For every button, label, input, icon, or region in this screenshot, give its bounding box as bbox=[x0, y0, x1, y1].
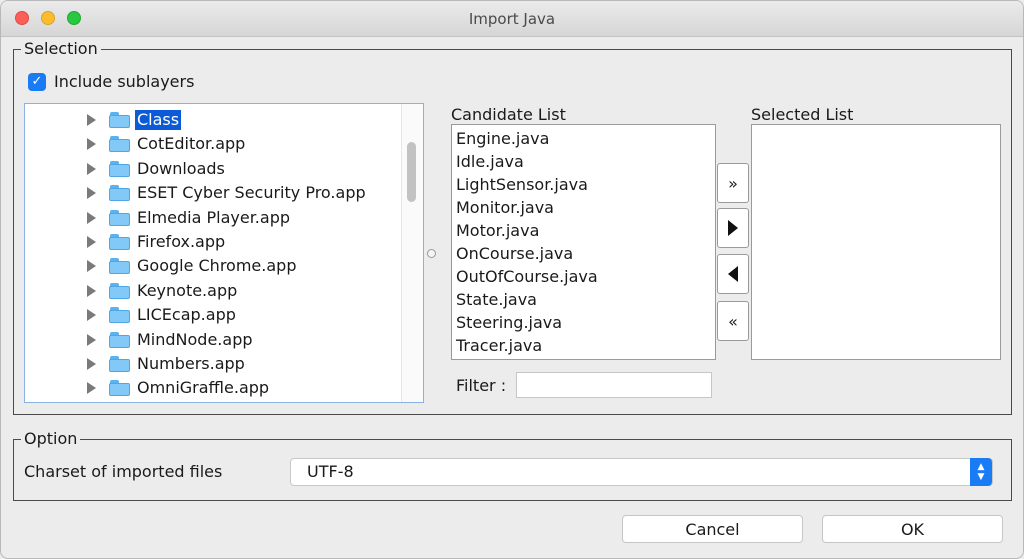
folder-icon bbox=[109, 185, 130, 202]
selected-list[interactable] bbox=[751, 124, 1001, 360]
disclosure-triangle-icon[interactable] bbox=[87, 284, 96, 297]
tree-item-label: Google Chrome.app bbox=[137, 256, 297, 276]
disclosure-triangle-icon[interactable] bbox=[87, 260, 96, 273]
arrow-left-icon bbox=[728, 266, 738, 282]
add-all-button[interactable]: » bbox=[717, 163, 749, 203]
tree-row[interactable]: CotEditor.app bbox=[25, 132, 401, 156]
folder-icon bbox=[109, 258, 130, 275]
tree-row[interactable]: Firefox.app bbox=[25, 230, 401, 254]
charset-select[interactable]: UTF-8 ▲ ▼ bbox=[290, 458, 993, 486]
disclosure-triangle-icon[interactable] bbox=[87, 114, 96, 126]
add-selected-button[interactable] bbox=[717, 208, 749, 248]
arrow-right-icon bbox=[728, 220, 738, 236]
disclosure-triangle-icon[interactable] bbox=[87, 162, 96, 175]
tree-row[interactable]: Numbers.app bbox=[25, 352, 401, 376]
folder-icon bbox=[109, 209, 130, 226]
tree-row[interactable]: ESET Cyber Security Pro.app bbox=[25, 181, 401, 205]
tree-row[interactable]: Downloads bbox=[25, 157, 401, 181]
folder-icon bbox=[109, 234, 130, 250]
tree-item-label: Numbers.app bbox=[137, 354, 245, 373]
list-item[interactable]: Motor.java bbox=[456, 221, 539, 241]
candidate-list-title: Candidate List bbox=[451, 105, 566, 124]
tree-row[interactable]: Keynote.app bbox=[25, 279, 401, 303]
disclosure-triangle-icon[interactable] bbox=[87, 358, 96, 370]
tree-row[interactable]: Class bbox=[25, 108, 401, 132]
tree-row[interactable]: Elmedia Player.app bbox=[25, 206, 401, 230]
disclosure-triangle-icon[interactable] bbox=[87, 333, 96, 346]
folder-tree[interactable]: Class CotEditor.app Downloads ESET Cyber Se… bbox=[24, 103, 424, 403]
list-item[interactable]: Engine.java bbox=[456, 129, 549, 149]
remove-all-button[interactable]: « bbox=[717, 301, 749, 341]
disclosure-triangle-icon[interactable] bbox=[87, 382, 96, 395]
disclosure-triangle-icon[interactable] bbox=[87, 187, 96, 200]
list-item[interactable]: Monitor.java bbox=[456, 198, 554, 218]
tree-row[interactable]: MindNode.app bbox=[25, 328, 401, 352]
window-title: Import Java bbox=[468, 10, 556, 28]
import-java-dialog: Import Java Selection ✓ Include sublayer… bbox=[0, 0, 1024, 559]
tree-row[interactable]: Google Chrome.app bbox=[25, 254, 401, 278]
tree-item-label: Elmedia Player.app bbox=[137, 207, 290, 227]
list-item[interactable]: Idle.java bbox=[456, 152, 524, 172]
folder-icon bbox=[109, 356, 130, 372]
tree-item-label: Downloads bbox=[137, 158, 225, 178]
chevron-down-icon: ▼ bbox=[977, 472, 985, 482]
folder-icon bbox=[109, 160, 130, 177]
list-item[interactable]: LightSensor.java bbox=[456, 175, 588, 195]
double-chevron-right-icon: » bbox=[728, 173, 738, 193]
candidate-list[interactable]: Engine.java Idle.java LightSensor.java Moni… bbox=[451, 124, 716, 360]
charset-label: Charset of imported files bbox=[24, 462, 223, 481]
disclosure-triangle-icon[interactable] bbox=[87, 138, 96, 151]
tree-item-label: OmniGraffle.app bbox=[137, 378, 270, 398]
tree-scrollbar[interactable] bbox=[401, 104, 423, 402]
tree-item-label: Keynote.app bbox=[137, 280, 238, 300]
select-stepper-icon[interactable]: ▲ ▼ bbox=[970, 458, 992, 486]
split-divider-handle[interactable] bbox=[427, 249, 436, 258]
filter-input[interactable] bbox=[516, 372, 712, 398]
folder-icon bbox=[109, 136, 130, 153]
tree-item-label: Class bbox=[135, 110, 182, 130]
ok-button[interactable]: OK bbox=[822, 515, 1003, 543]
tree-item-label: LICEcap.app bbox=[137, 305, 236, 325]
title-bar: Import Java bbox=[1, 1, 1023, 37]
option-group-label: Option bbox=[21, 430, 81, 448]
filter-label: Filter : bbox=[456, 376, 507, 395]
tree-item-label: Firefox.app bbox=[137, 232, 226, 251]
remove-selected-button[interactable] bbox=[717, 254, 749, 294]
list-item[interactable]: OutOfCourse.java bbox=[456, 267, 598, 287]
chevron-up-icon: ▲ bbox=[977, 462, 985, 472]
selection-group-label: Selection bbox=[21, 40, 101, 58]
tree-scrollbar-thumb[interactable] bbox=[407, 142, 416, 202]
tree-item-label: ESET Cyber Security Pro.app bbox=[137, 183, 366, 203]
disclosure-triangle-icon[interactable] bbox=[87, 236, 96, 248]
list-item[interactable]: Tracer.java bbox=[456, 336, 542, 356]
folder-icon bbox=[109, 307, 130, 324]
folder-icon bbox=[109, 112, 130, 128]
list-item[interactable]: Steering.java bbox=[456, 313, 562, 333]
double-chevron-left-icon: « bbox=[728, 311, 738, 331]
charset-selected-value: UTF-8 bbox=[307, 462, 354, 481]
tree-item-label: MindNode.app bbox=[137, 329, 253, 349]
tree-row[interactable]: OmniGraffle.app bbox=[25, 376, 401, 400]
include-sublayers-row[interactable]: ✓ Include sublayers bbox=[28, 72, 194, 91]
include-sublayers-checkbox[interactable]: ✓ bbox=[28, 72, 46, 91]
tree-row[interactable]: LICEcap.app bbox=[25, 303, 401, 327]
disclosure-triangle-icon[interactable] bbox=[87, 211, 96, 224]
disclosure-triangle-icon[interactable] bbox=[87, 309, 96, 322]
list-item[interactable]: State.java bbox=[456, 290, 537, 310]
cancel-button[interactable]: Cancel bbox=[622, 515, 803, 543]
list-item[interactable]: OnCourse.java bbox=[456, 244, 573, 264]
include-sublayers-label: Include sublayers bbox=[54, 72, 195, 91]
folder-icon bbox=[109, 331, 130, 348]
folder-icon bbox=[109, 380, 130, 397]
selected-list-title: Selected List bbox=[751, 105, 854, 124]
tree-item-label: CotEditor.app bbox=[137, 134, 246, 154]
folder-icon bbox=[109, 282, 130, 299]
